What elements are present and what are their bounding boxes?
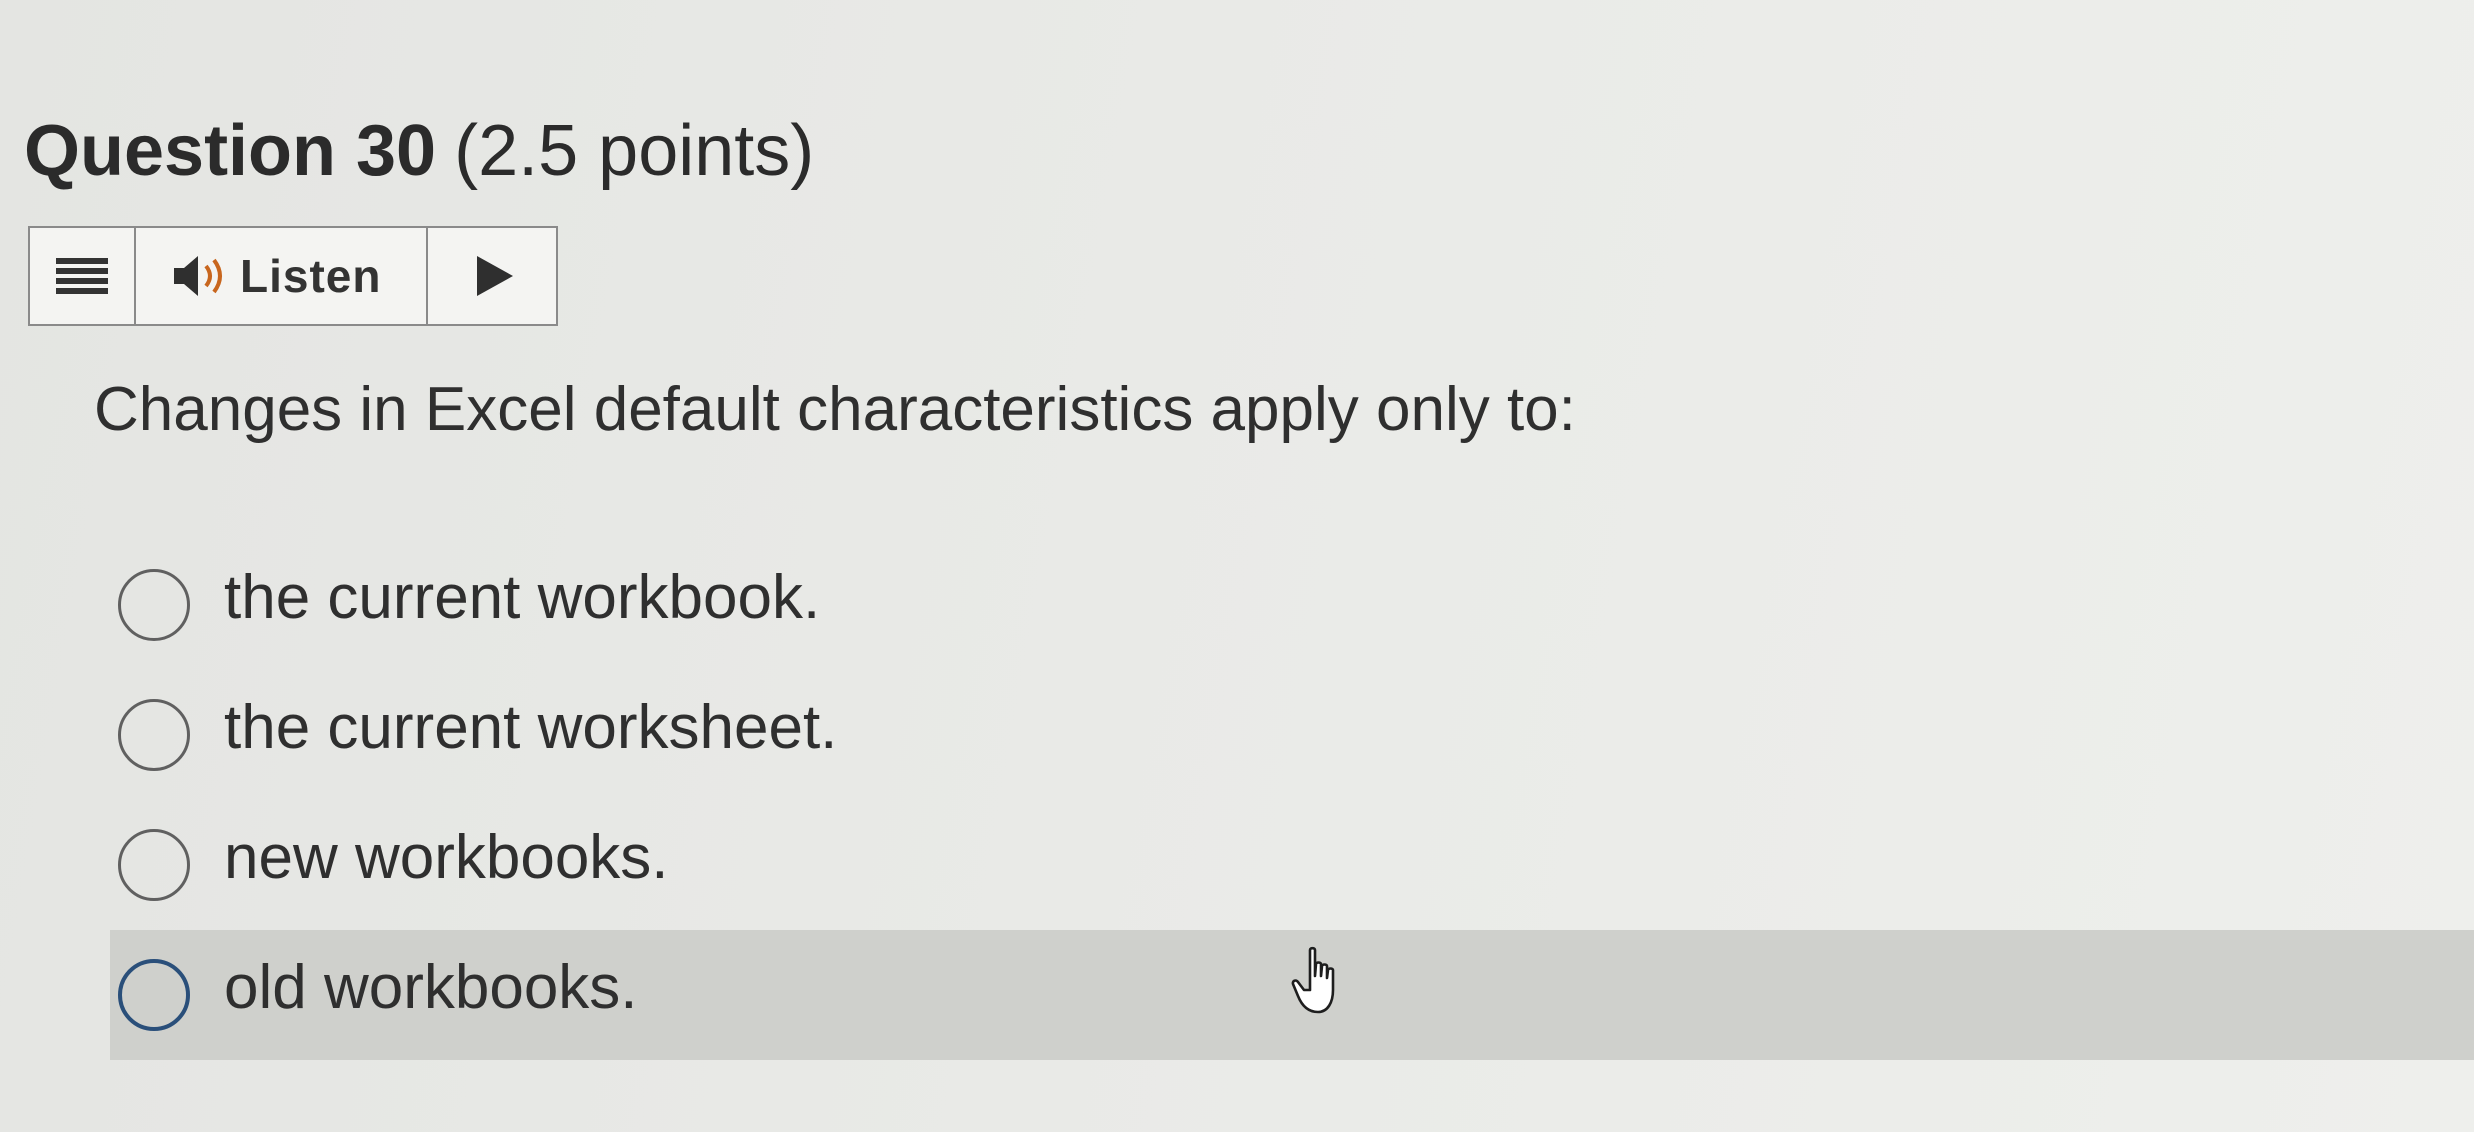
play-icon	[477, 256, 513, 296]
quiz-page: Question 30 (2.5 points) Listen Changes i…	[0, 0, 2474, 1132]
speaker-icon	[174, 256, 222, 296]
listen-label: Listen	[240, 250, 382, 302]
question-text: Changes in Excel default characteristics…	[94, 375, 1576, 444]
toolbar-menu-button[interactable]	[30, 228, 136, 324]
question-points: (2.5 points)	[454, 111, 815, 191]
question-heading: Question 30 (2.5 points)	[24, 108, 814, 194]
answer-option-3[interactable]: new workbooks.	[110, 800, 2474, 930]
radio-button[interactable]	[118, 959, 190, 1031]
radio-button[interactable]	[118, 829, 190, 901]
radio-button[interactable]	[118, 569, 190, 641]
answer-option-2[interactable]: the current worksheet.	[110, 670, 2474, 800]
answer-label: the current worksheet.	[224, 692, 838, 762]
listen-button[interactable]: Listen	[136, 228, 428, 324]
answer-option-1[interactable]: the current workbook.	[110, 540, 2474, 670]
menu-icon	[56, 258, 108, 294]
answer-label: new workbooks.	[224, 822, 669, 892]
answer-label: old workbooks.	[224, 952, 638, 1022]
radio-button[interactable]	[118, 699, 190, 771]
hand-cursor-icon	[1291, 946, 1335, 1014]
answer-label: the current workbook.	[224, 562, 821, 632]
question-number: Question 30	[24, 111, 437, 191]
play-button[interactable]	[428, 228, 556, 324]
readspeaker-toolbar: Listen	[28, 226, 558, 326]
